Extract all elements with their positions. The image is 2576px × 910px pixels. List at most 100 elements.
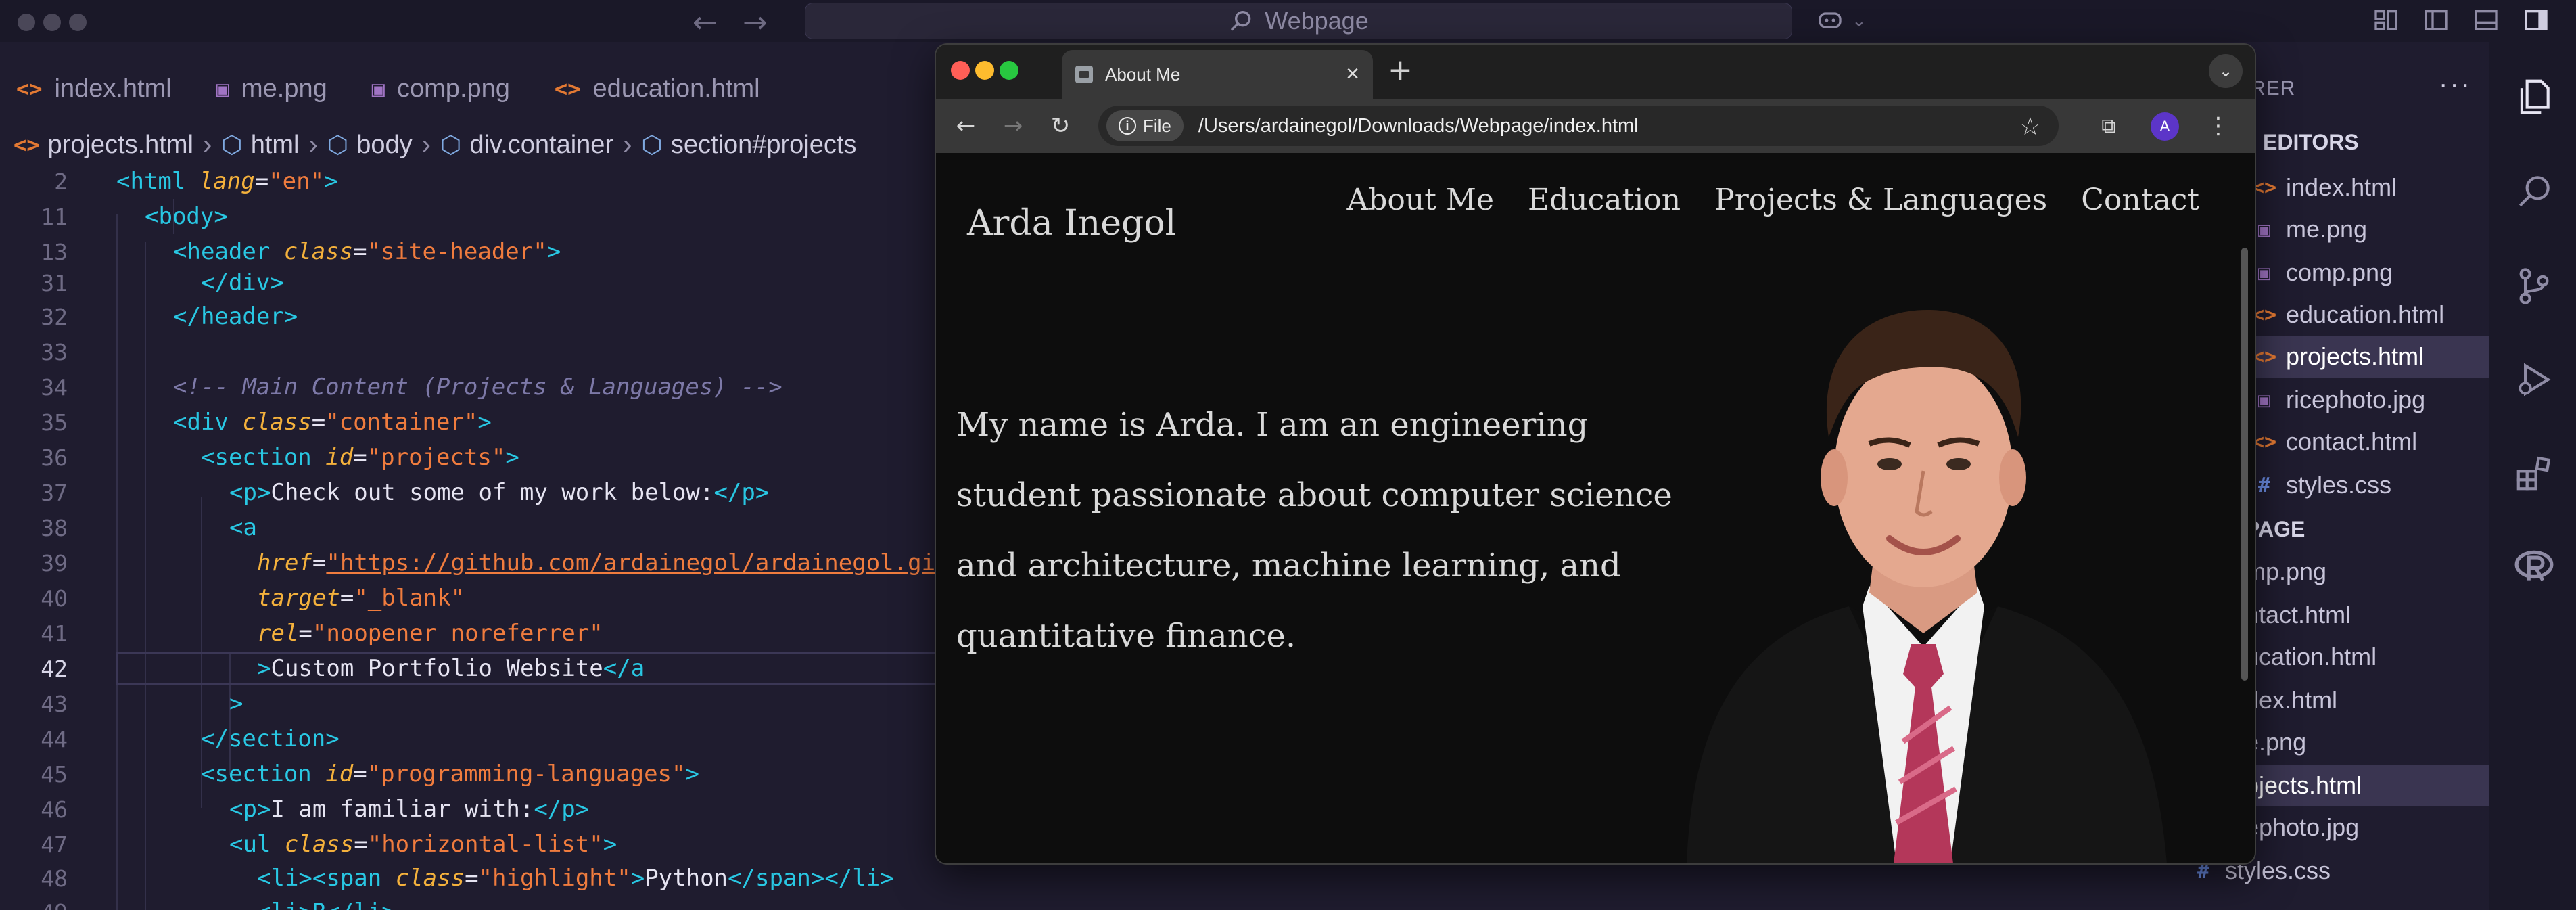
code-token: >	[505, 444, 519, 471]
address-bar[interactable]: i File /Users/ardainegol/Downloads/Webpa…	[1098, 106, 2059, 146]
html-file-icon: <>	[2252, 344, 2277, 369]
chevron-right-icon: ›	[421, 129, 431, 160]
line-number: 38	[41, 514, 68, 541]
browser-tab-title: About Me	[1105, 64, 1181, 85]
file-label: index.html	[2286, 173, 2397, 201]
toggle-primary-sidebar-icon[interactable]	[2422, 7, 2450, 34]
nav-link-contact[interactable]: Contact	[2081, 183, 2199, 217]
page-scrollbar[interactable]	[2241, 248, 2248, 681]
breadcrumb-body[interactable]: ⬡ body	[327, 131, 413, 160]
r-language-icon[interactable]	[2513, 545, 2555, 587]
line-number: 35	[41, 409, 68, 436]
code-token: id	[325, 444, 354, 471]
window-zoom-button[interactable]	[69, 14, 87, 31]
toggle-secondary-sidebar-icon[interactable]	[2523, 7, 2550, 34]
bookmark-star-icon[interactable]: ☆	[2019, 112, 2041, 141]
element-icon: ⬡	[327, 131, 349, 158]
code-editor[interactable]: 2 <html lang="en"> 11 <body> 13 <header …	[0, 164, 1046, 910]
command-center-search[interactable]: Webpage	[805, 3, 1792, 39]
code-line: 40 target="_blank"	[0, 581, 947, 616]
site-info-chip[interactable]: i File	[1106, 110, 1184, 141]
copilot-icon[interactable]	[1817, 7, 1844, 34]
code-token: "site-header"	[367, 238, 547, 265]
more-actions-icon[interactable]: ···	[2439, 69, 2472, 99]
layout-icon[interactable]	[2372, 7, 2399, 34]
code-line: 35 <div class="container">	[0, 405, 947, 440]
line-number: 39	[41, 549, 68, 576]
browser-close-button[interactable]	[951, 61, 970, 80]
line-number: 2	[54, 168, 68, 195]
webpage-content: Arda Inegol About Me Education Projects …	[936, 153, 2234, 863]
nav-link-projects-languages[interactable]: Projects & Languages	[1714, 183, 2047, 217]
window-close-button[interactable]	[18, 14, 35, 31]
code-token: "container"	[325, 409, 478, 436]
window-minimize-button[interactable]	[43, 14, 61, 31]
site-title[interactable]: Arda Inegol	[967, 203, 1176, 244]
line-number: 47	[41, 831, 68, 858]
file-label: me.png	[2286, 215, 2368, 243]
breadcrumb-html[interactable]: ⬡ html	[221, 131, 299, 160]
forward-arrow-icon[interactable]: →	[997, 110, 1029, 142]
code-line: 34 <!-- Main Content (Projects & Languag…	[0, 369, 947, 405]
breadcrumb-div-container[interactable]: ⬡ div.container	[440, 131, 613, 160]
more-menu-icon[interactable]: ⋮	[2202, 110, 2234, 142]
breadcrumb-section-projects[interactable]: ⬡ section#projects	[641, 131, 856, 160]
file-label: ricephoto.jpg	[2286, 386, 2426, 413]
code-token: "horizontal-list"	[367, 831, 603, 858]
line-number: 48	[41, 865, 68, 892]
code-token: >	[546, 238, 561, 265]
chevron-down-icon[interactable]: ⌄	[1852, 11, 1867, 31]
search-icon[interactable]	[2513, 170, 2555, 212]
image-file-icon: ▣	[371, 76, 385, 101]
new-tab-icon[interactable]: +	[1388, 53, 1413, 87]
explorer-icon[interactable]	[2513, 76, 2555, 118]
code-token: class	[283, 238, 354, 265]
code-line: 31 </div>	[0, 265, 947, 300]
browser-zoom-button[interactable]	[1000, 61, 1018, 80]
tab-education-html[interactable]: <> education.html	[538, 68, 789, 110]
open-editors-header[interactable]: EDITORS	[2263, 130, 2359, 155]
tab-me-png[interactable]: ▣ me.png	[200, 68, 356, 110]
browser-tab-active[interactable]: About Me ×	[1062, 50, 1373, 99]
line-number: 11	[41, 203, 68, 230]
nav-link-education[interactable]: Education	[1528, 183, 1681, 217]
code-line-current: 42 >Custom Portfolio Website</a	[0, 651, 947, 686]
element-icon: ⬡	[641, 131, 663, 158]
code-line: 41 rel="noopener noreferrer"	[0, 616, 947, 651]
breadcrumb-file[interactable]: <> projects.html	[14, 131, 193, 160]
nav-link-about-me[interactable]: About Me	[1346, 183, 1494, 217]
code-line: 48 <li><span class="highlight">Python</s…	[0, 861, 947, 896]
code-line: 2 <html lang="en">	[0, 164, 947, 199]
toggle-panel-icon[interactable]	[2473, 7, 2500, 34]
code-token: =	[339, 585, 354, 612]
code-token: "projects"	[367, 444, 506, 471]
tab-search-icon[interactable]: ⌄	[2209, 54, 2243, 88]
tab-comp-png[interactable]: ▣ comp.png	[356, 68, 538, 110]
extensions-puzzle-icon[interactable]: ⧉	[2092, 110, 2125, 142]
code-token: =	[354, 831, 368, 858]
avatar[interactable]: A	[2151, 112, 2179, 141]
close-icon[interactable]: ×	[1346, 61, 1359, 87]
extensions-icon[interactable]	[2513, 452, 2555, 494]
back-arrow-icon[interactable]: ←	[693, 5, 718, 40]
file-label: ephoto.jpg	[2245, 813, 2360, 841]
browser-minimize-button[interactable]	[975, 61, 994, 80]
code-line: 46 <p>I am familiar with:</p>	[0, 792, 947, 827]
tab-index-html[interactable]: <> index.html	[0, 68, 200, 110]
file-label: styles.css	[2286, 471, 2392, 499]
site-info-label: File	[1143, 115, 1171, 136]
tab-label: comp.png	[397, 74, 510, 103]
code-line: 45 <section id="programming-languages">	[0, 756, 947, 792]
reload-icon[interactable]: ↻	[1044, 110, 1077, 142]
line-number: 32	[41, 303, 68, 330]
breadcrumb-label: body	[356, 130, 413, 159]
back-arrow-icon[interactable]: ←	[950, 110, 982, 142]
code-token: <ul	[229, 831, 285, 858]
run-and-debug-icon[interactable]	[2513, 359, 2555, 401]
url-text[interactable]: /Users/ardainegol/Downloads/Webpage/inde…	[1198, 115, 1639, 137]
forward-arrow-icon[interactable]: →	[743, 5, 768, 40]
image-file-icon: ▣	[2257, 260, 2271, 285]
editor-tabs: <> index.html ▣ me.png ▣ comp.png <> educati…	[0, 68, 960, 110]
code-line: 33	[0, 334, 947, 369]
source-control-icon[interactable]	[2513, 265, 2555, 307]
